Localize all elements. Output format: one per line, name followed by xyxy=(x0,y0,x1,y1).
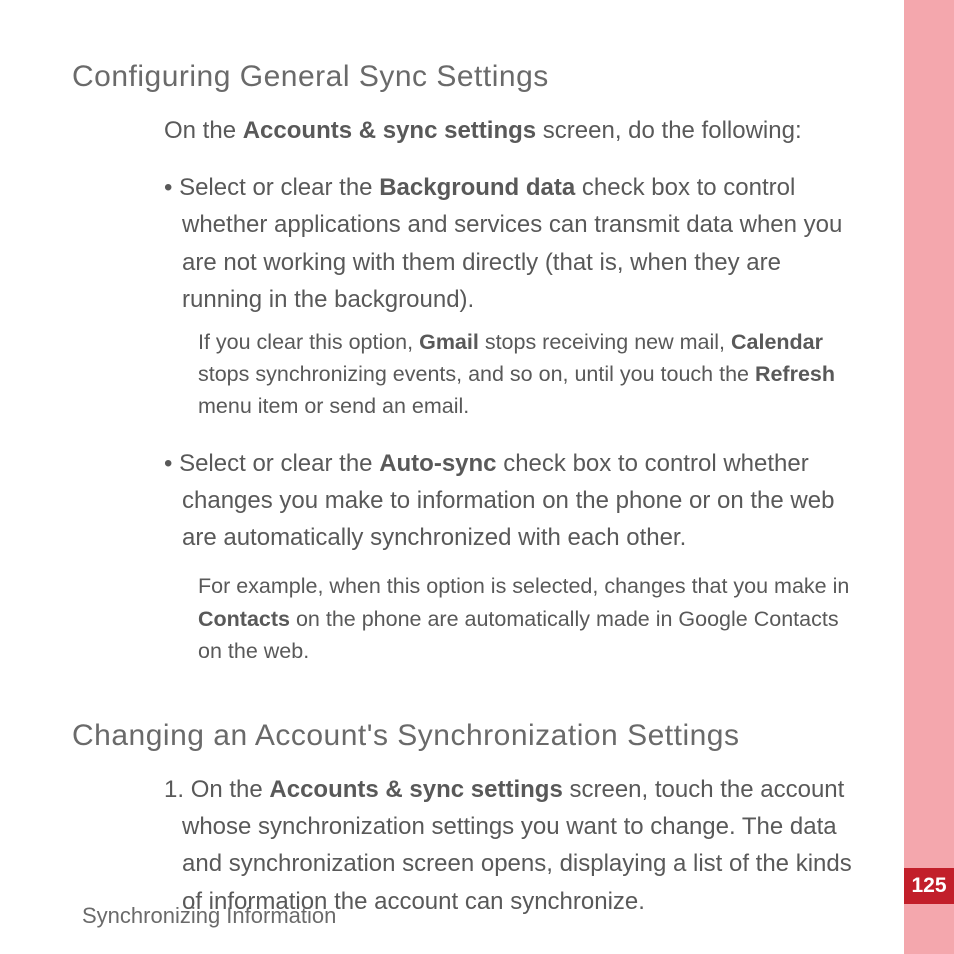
text: screen, do the following: xyxy=(536,117,802,144)
text: Select or clear the xyxy=(179,174,379,201)
text: Select or clear the xyxy=(179,450,379,477)
bold-text: Auto-sync xyxy=(379,450,496,477)
step-number: 1. xyxy=(164,776,191,803)
bullet-text: Select or clear the Background data chec… xyxy=(182,169,862,318)
intro-line: On the Accounts & sync settings screen, … xyxy=(164,112,862,149)
bold-text: Gmail xyxy=(419,330,479,354)
text: stops synchronizing events, and so on, u… xyxy=(198,362,755,386)
bullet-text: Select or clear the Auto-sync check box … xyxy=(182,445,862,557)
numbered-list: 1. On the Accounts & sync settings scree… xyxy=(164,771,862,920)
heading-changing-account-sync: Changing an Account's Synchronization Se… xyxy=(72,719,862,753)
page-content: Configuring General Sync Settings On the… xyxy=(72,60,862,942)
text: stops receiving new mail, xyxy=(479,330,731,354)
heading-configuring-sync: Configuring General Sync Settings xyxy=(72,60,862,94)
list-item: 1. On the Accounts & sync settings scree… xyxy=(164,771,862,920)
bold-text: Background data xyxy=(379,174,575,201)
bold-text: Calendar xyxy=(731,330,823,354)
bold-text: Accounts & sync settings xyxy=(243,117,536,144)
text: On the xyxy=(191,776,270,803)
bold-text: Refresh xyxy=(755,362,835,386)
text: For example, when this option is selecte… xyxy=(198,574,849,598)
list-item: Select or clear the Background data chec… xyxy=(164,169,862,423)
bold-text: Contacts xyxy=(198,607,290,631)
footer-chapter-title: Synchronizing Information xyxy=(82,903,336,929)
step-text: 1. On the Accounts & sync settings scree… xyxy=(182,771,862,920)
text: on the phone are automatically made in G… xyxy=(198,607,839,663)
side-stripe xyxy=(904,0,954,954)
text: menu item or send an email. xyxy=(198,394,469,418)
text: If you clear this option, xyxy=(198,330,419,354)
page-number: 125 xyxy=(911,874,946,898)
text: On the xyxy=(164,117,243,144)
bold-text: Accounts & sync settings xyxy=(269,776,562,803)
page-number-tab: 125 xyxy=(904,868,954,904)
list-item: Select or clear the Auto-sync check box … xyxy=(164,445,862,667)
note-text: If you clear this option, Gmail stops re… xyxy=(198,326,862,423)
note-text: For example, when this option is selecte… xyxy=(198,570,862,667)
bullet-list: Select or clear the Background data chec… xyxy=(164,169,862,667)
